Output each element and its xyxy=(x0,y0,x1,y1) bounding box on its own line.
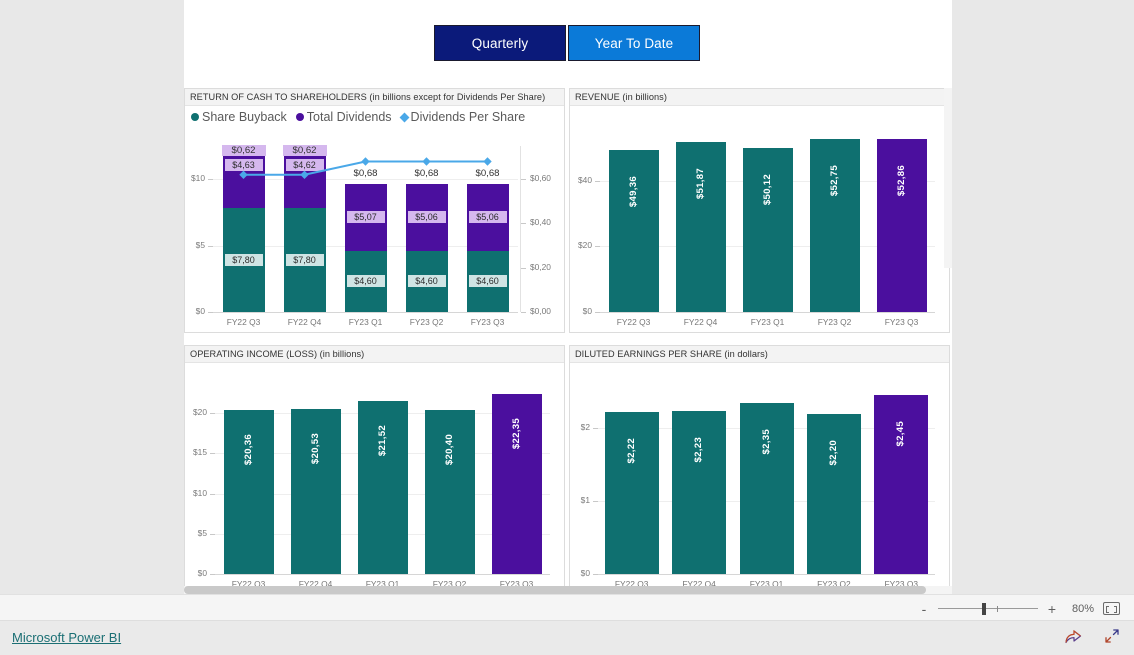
x-axis-baseline xyxy=(600,312,935,313)
line-marker-diamond xyxy=(422,157,431,166)
bar-value-label: $50,12 xyxy=(761,173,773,205)
axis-tick xyxy=(593,501,598,503)
line-marker-diamond xyxy=(361,157,370,166)
category-label: FY22 Q4 xyxy=(683,317,718,327)
share-icon[interactable] xyxy=(1065,629,1082,644)
y-axis-label: $40 xyxy=(578,174,592,185)
bar-value-label: $20,53 xyxy=(309,432,321,465)
y-axis-label: $0 xyxy=(582,306,592,316)
period-toggle-group: Quarterly Year To Date xyxy=(434,25,700,61)
canvas-horizontal-scrollbar[interactable] xyxy=(184,586,952,594)
bar-value-label: $20,36 xyxy=(242,434,254,466)
y-axis-label: $15 xyxy=(193,447,207,458)
fullscreen-icon[interactable] xyxy=(1104,628,1120,644)
bar-value-label: $49,36 xyxy=(627,176,639,208)
chart-plot-revenue: $0 $20 $40 $49,36 FY22 Q3 $51,87 FY22 Q4 $50,12… xyxy=(570,106,949,332)
bar-value-label: $52,75 xyxy=(828,165,840,197)
y-axis-label: $0 xyxy=(197,568,207,578)
bar xyxy=(806,413,861,574)
axis-tick xyxy=(595,180,600,182)
bar xyxy=(742,147,793,312)
zoom-slider-rail xyxy=(938,607,1038,609)
zoom-percent-label: 80% xyxy=(1071,602,1094,615)
bar xyxy=(608,150,659,312)
bar-value-label: $52,86 xyxy=(895,164,907,196)
footer-bar: Microsoft Power BI xyxy=(0,621,1134,655)
plot-area: $0 $5 $10 $15 $20 $20,36 FY22 Q3 $20,53 FY22 Q4 $… xyxy=(185,363,564,594)
chart-plot-return-of-cash: Share Buyback Total Dividends Dividends … xyxy=(185,106,564,332)
chart-panel-operating-income[interactable]: OPERATING INCOME (LOSS) (in billions) $0… xyxy=(184,345,565,595)
zoom-in-button[interactable]: + xyxy=(1047,602,1057,616)
year-to-date-button[interactable]: Year To Date xyxy=(568,25,700,61)
y-axis-label: $1 xyxy=(580,495,590,506)
plot-area: $0 $20 $40 $49,36 FY22 Q3 $51,87 FY22 Q4 $50,12… xyxy=(570,106,949,332)
scrollbar-thumb[interactable] xyxy=(184,586,926,594)
plot-area: $0 $1 $2 $2,22 FY22 Q3 $2,23 FY22 Q4 $2,35 FY23 … xyxy=(570,363,949,594)
zoom-slider[interactable] xyxy=(938,602,1038,615)
status-bar: - + 80% xyxy=(0,594,1134,621)
chart-title-return-of-cash: RETURN OF CASH TO SHAREHOLDERS (in billi… xyxy=(185,89,564,106)
chart-panel-return-of-cash[interactable]: RETURN OF CASH TO SHAREHOLDERS (in billi… xyxy=(184,88,565,333)
chart-panel-revenue[interactable]: REVENUE (in billions) $0 $20 $40 $49,36 FY22… xyxy=(569,88,950,333)
bar-value-label: $2,22 xyxy=(625,438,637,464)
zoom-out-button[interactable]: - xyxy=(919,602,929,616)
category-label: FY23 Q1 xyxy=(750,317,785,327)
chart-title-revenue: REVENUE (in billions) xyxy=(570,89,949,106)
zoom-controls: - + 80% xyxy=(919,595,1120,622)
y-axis-label: $20 xyxy=(193,407,207,418)
footer-actions xyxy=(1065,628,1120,644)
fit-to-page-icon[interactable] xyxy=(1103,602,1120,615)
x-axis-baseline xyxy=(598,574,935,575)
y-axis-label: $20 xyxy=(578,240,592,251)
line-marker-diamond xyxy=(483,157,492,166)
bar-value-label: $2,45 xyxy=(895,421,907,447)
line-marker-diamond xyxy=(239,170,248,179)
axis-tick xyxy=(210,413,215,415)
axis-tick xyxy=(595,246,600,248)
category-label: FY23 Q3 xyxy=(884,317,919,327)
plot-area: $0 $5 $10 $0,00 $0,20 $0,40 $0,60 $7,80 $4,63 $0,… xyxy=(185,106,564,332)
chart-panel-diluted-eps[interactable]: DILUTED EARNINGS PER SHARE (in dollars) … xyxy=(569,345,950,595)
bar-value-label: $20,40 xyxy=(443,433,455,466)
x-axis-baseline xyxy=(215,574,550,575)
zoom-slider-notch xyxy=(997,605,998,612)
report-canvas: Quarterly Year To Date RETURN OF CASH TO… xyxy=(184,0,952,595)
bar-value-label: $2,35 xyxy=(760,428,772,455)
chart-title-diluted-eps: DILUTED EARNINGS PER SHARE (in dollars) xyxy=(570,346,949,363)
axis-tick xyxy=(593,428,598,430)
bar xyxy=(604,412,659,574)
canvas-vertical-scrollbar[interactable] xyxy=(944,88,952,268)
category-label: FY23 Q2 xyxy=(817,317,852,327)
y-axis-label: $2 xyxy=(580,422,590,433)
zoom-slider-thumb[interactable] xyxy=(982,602,986,615)
bar-value-label: $2,20 xyxy=(827,439,839,466)
powerbi-report-viewer: Quarterly Year To Date RETURN OF CASH TO… xyxy=(0,0,1134,655)
chart-plot-diluted-eps: $0 $1 $2 $2,22 FY22 Q3 $2,23 FY22 Q4 $2,35 FY23 … xyxy=(570,363,949,594)
dividends-per-share-line xyxy=(239,157,492,179)
chart-plot-operating-income: $0 $5 $10 $15 $20 $20,36 FY22 Q3 $20,53 FY22 Q4 $… xyxy=(185,363,564,594)
axis-tick xyxy=(210,533,215,535)
category-label: FY22 Q3 xyxy=(616,317,651,327)
axis-tick xyxy=(210,453,215,455)
bar xyxy=(672,411,727,574)
bar-value-label: $21,52 xyxy=(376,424,388,457)
bar-value-label: $51,87 xyxy=(694,168,706,200)
chart-title-operating-income: OPERATING INCOME (LOSS) (in billions) xyxy=(185,346,564,363)
axis-tick xyxy=(210,493,215,495)
y-axis-label: $0 xyxy=(580,568,590,578)
bar-value-label: $2,23 xyxy=(693,437,705,463)
line-marker-diamond xyxy=(300,170,309,179)
y-axis-label: $10 xyxy=(193,487,207,498)
bar-value-label: $22,35 xyxy=(510,418,522,450)
quarterly-button[interactable]: Quarterly xyxy=(434,25,566,61)
y-axis-label: $5 xyxy=(197,527,207,538)
microsoft-power-bi-link[interactable]: Microsoft Power BI xyxy=(12,630,121,645)
